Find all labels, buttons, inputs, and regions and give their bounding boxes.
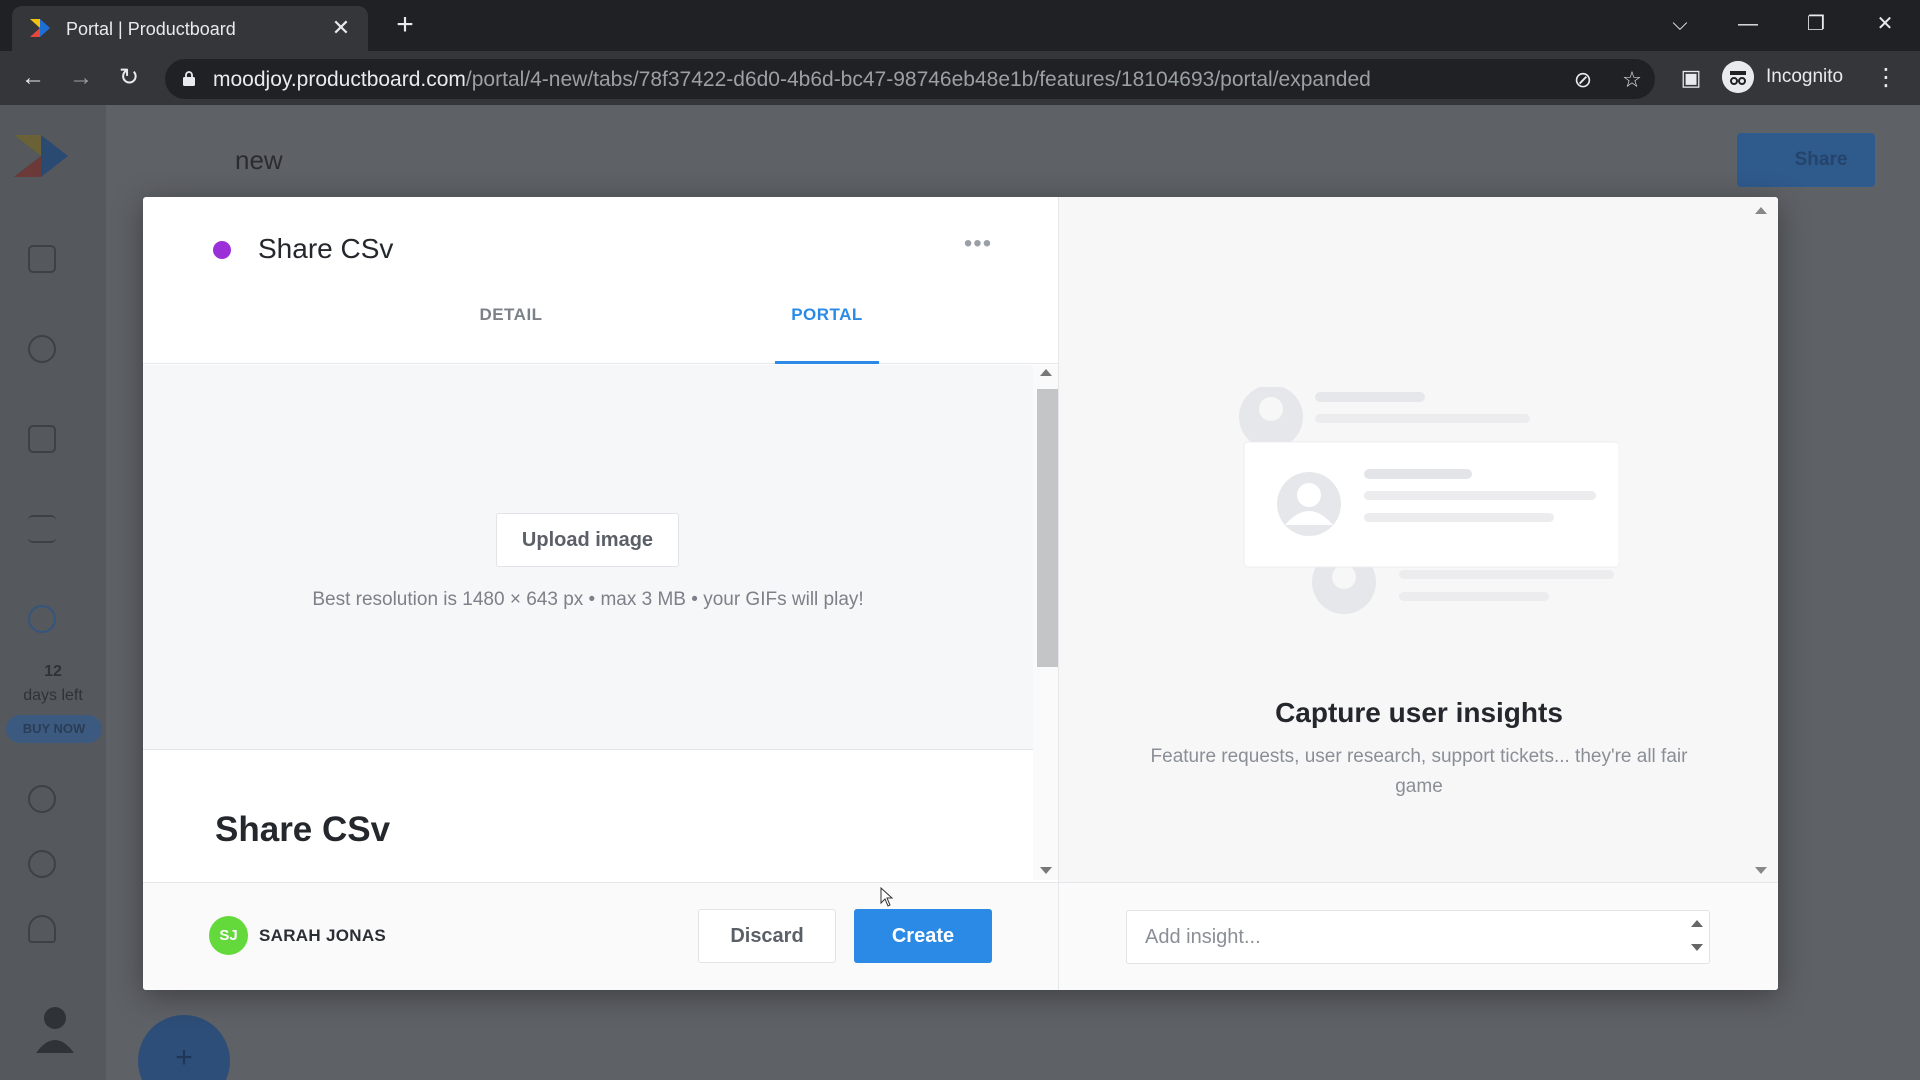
tab-portal[interactable]: PORTAL [775, 297, 879, 364]
new-tab-icon[interactable]: + [390, 10, 420, 40]
trial-days-count: 12 [44, 663, 62, 680]
browser-tab-title: Portal | Productboard [66, 19, 236, 39]
close-window-icon[interactable]: ✕ [1865, 6, 1905, 42]
insights-panel: Capture user insights Feature requests, … [1058, 197, 1778, 990]
portal-card-preview: Upload image Best resolution is 1480 × 6… [143, 365, 1058, 880]
modal-footer: SJ SARAH JONAS Discard Create [143, 882, 1058, 990]
lock-icon [183, 71, 195, 86]
insights-title: Capture user insights [1275, 697, 1563, 728]
user-avatar-icon[interactable] [36, 1005, 74, 1053]
forward-icon[interactable]: → [66, 63, 96, 93]
board-title: new [235, 145, 283, 175]
buy-now-button[interactable]: BUY NOW [6, 715, 102, 743]
browser-toolbar: ← → ↻ moodjoy.productboard.com/portal/4-… [0, 51, 1920, 105]
upload-hint: Best resolution is 1480 × 643 px • max 3… [312, 589, 864, 610]
feature-tabs: DETAIL PORTAL [143, 297, 1058, 364]
scrollbar[interactable] [1033, 365, 1058, 880]
insight-stepper[interactable] [1686, 912, 1708, 962]
trial-days-label: days left [23, 687, 83, 704]
feature-modal: Share CSv ••• DETAIL PORTAL Upload image… [143, 197, 1778, 990]
scroll-down-icon[interactable] [1040, 867, 1052, 874]
incognito-icon [1722, 61, 1754, 93]
address-bar[interactable]: moodjoy.productboard.com/portal/4-new/ta… [165, 59, 1655, 99]
reload-icon[interactable]: ↻ [114, 63, 144, 93]
productboard-favicon-icon [30, 19, 50, 37]
whats-new-icon[interactable] [28, 785, 56, 813]
scroll-up-icon[interactable] [1755, 207, 1767, 214]
feature-panel: Share CSv ••• DETAIL PORTAL Upload image… [143, 197, 1058, 990]
insights-illustration-icon [1239, 387, 1619, 614]
share-button[interactable]: Share [1737, 133, 1875, 187]
insights-icon[interactable] [28, 335, 56, 363]
chevron-down-icon[interactable] [1691, 944, 1703, 951]
minimize-icon[interactable]: — [1728, 6, 1768, 42]
restore-icon[interactable]: ❐ [1796, 6, 1836, 42]
productboard-logo-icon[interactable] [14, 135, 68, 177]
url-text: moodjoy.productboard.com/portal/4-new/ta… [213, 68, 1371, 92]
portal-card-title[interactable]: Share CSv [215, 810, 390, 850]
add-insight-input[interactable] [1126, 910, 1710, 964]
url-path: /portal/4-new/tabs/78f37422-d6d0-4b6d-bc… [465, 68, 1371, 91]
add-button[interactable]: + [138, 1015, 230, 1080]
owner-name[interactable]: SARAH JONAS [259, 926, 386, 946]
insights-description: Feature requests, user research, support… [1150, 746, 1688, 797]
notes-icon[interactable] [28, 425, 56, 453]
upload-image-button[interactable]: Upload image [496, 513, 679, 567]
close-tab-icon[interactable]: ✕ [328, 15, 354, 41]
create-button[interactable]: Create [854, 909, 992, 963]
app-sidebar: 12 days left BUY NOW [0, 105, 106, 1080]
scroll-up-icon[interactable] [1040, 369, 1052, 376]
back-icon[interactable]: ← [18, 63, 48, 93]
scroll-thumb[interactable] [1037, 389, 1058, 667]
eye-slash-icon[interactable]: ⊘ [1570, 67, 1596, 93]
browser-menu-icon[interactable]: ⋮ [1874, 63, 1898, 93]
insights-footer [1059, 882, 1778, 990]
star-icon[interactable]: ☆ [1619, 67, 1645, 93]
portal-icon[interactable] [28, 605, 56, 633]
side-panel-icon[interactable]: ▣ [1678, 65, 1704, 91]
home-icon[interactable] [28, 245, 56, 273]
status-indicator[interactable] [213, 241, 231, 259]
mouse-cursor-icon [880, 887, 894, 907]
url-host: moodjoy.productboard.com [213, 68, 466, 91]
notifications-icon[interactable] [28, 915, 56, 943]
roadmap-icon[interactable] [28, 515, 56, 543]
chevron-up-icon[interactable] [1691, 920, 1703, 927]
profile-label: Incognito [1766, 66, 1844, 87]
scroll-down-icon[interactable] [1755, 867, 1767, 874]
browser-tab-bar: Portal | Productboard ✕ + ⌵ — ❐ ✕ [0, 0, 1920, 51]
more-options-icon[interactable]: ••• [958, 232, 998, 260]
image-upload-zone[interactable]: Upload image Best resolution is 1480 × 6… [143, 365, 1033, 750]
tab-detail[interactable]: DETAIL [451, 297, 571, 364]
owner-avatar[interactable]: SJ [209, 916, 248, 955]
help-icon[interactable] [28, 850, 56, 878]
feature-title[interactable]: Share CSv [258, 233, 393, 265]
tab-search-icon[interactable]: ⌵ [1660, 6, 1700, 42]
browser-tab[interactable]: Portal | Productboard ✕ [12, 6, 368, 51]
discard-button[interactable]: Discard [698, 909, 836, 963]
